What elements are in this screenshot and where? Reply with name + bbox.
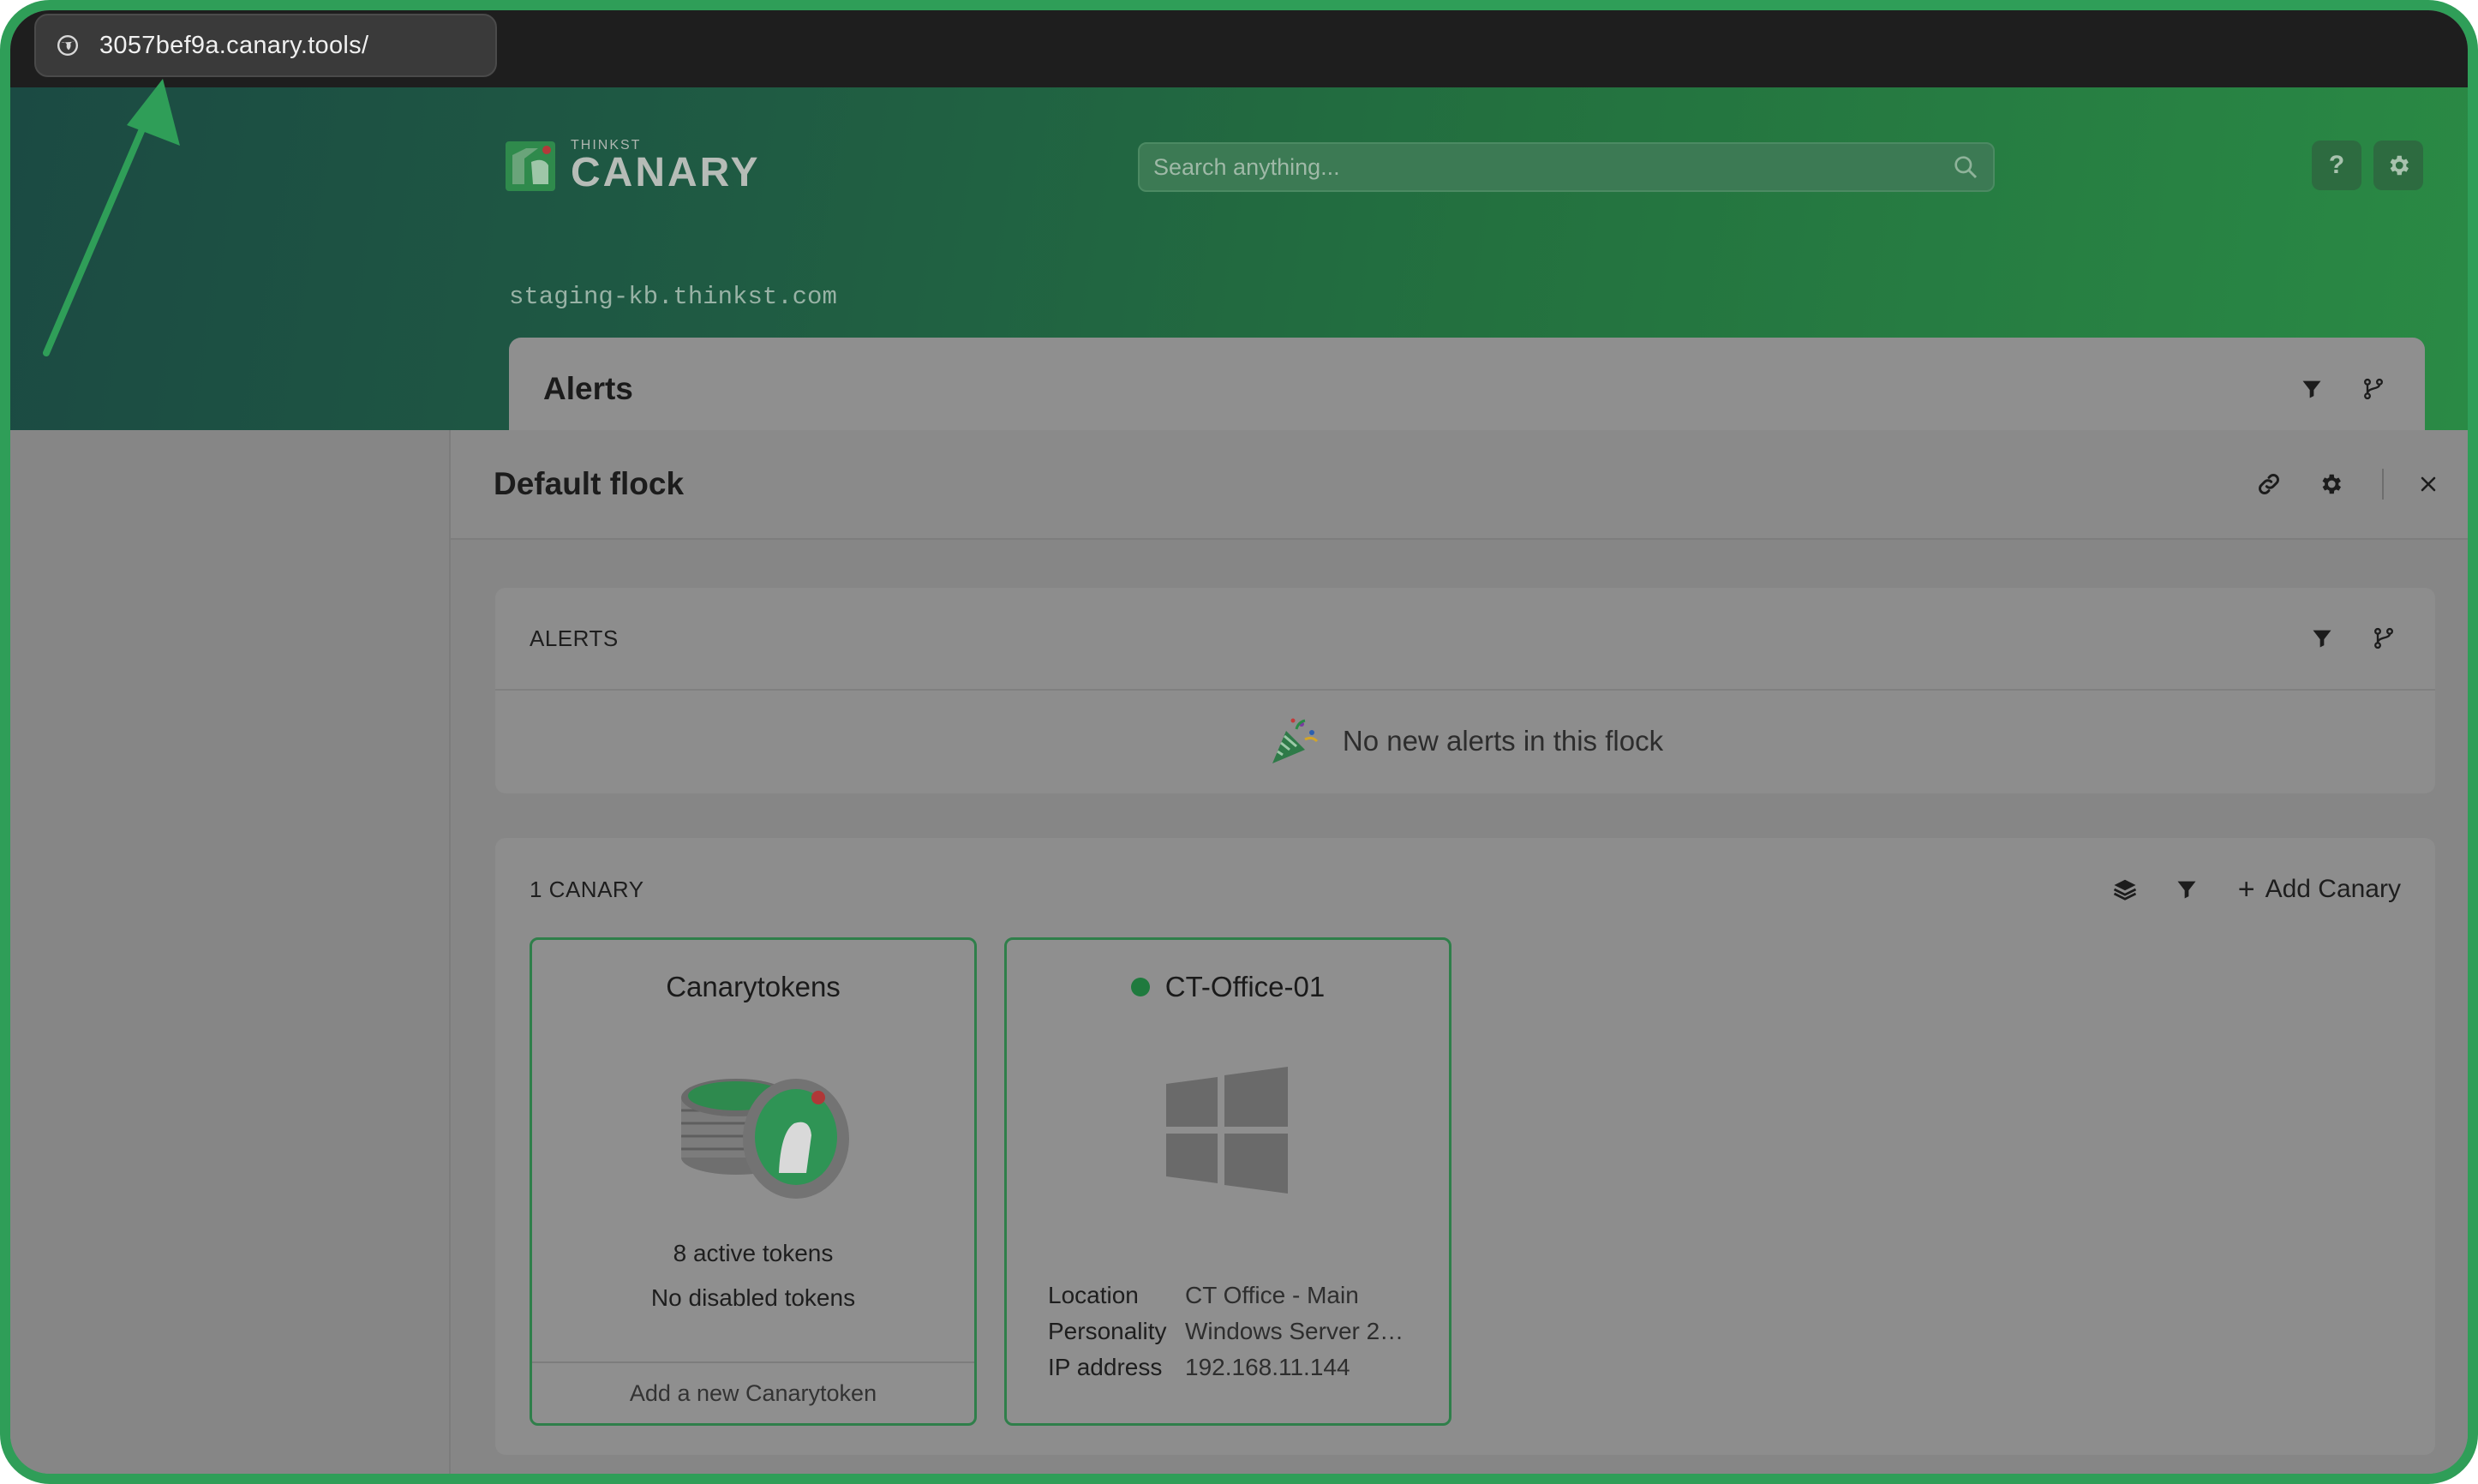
no-alerts-message: No new alerts in this flock (1342, 725, 1664, 757)
flock-panel-header: Default flock (451, 430, 2468, 540)
active-tokens-text: 8 active tokens (673, 1240, 834, 1266)
add-canary-label: Add Canary (2265, 875, 2401, 903)
gear-icon (2390, 155, 2409, 176)
dashboard-alerts-header: Alerts (509, 338, 2425, 440)
canarytokens-title: Canarytokens (666, 971, 841, 1002)
canary-count-title: 1 CANARY (530, 876, 644, 902)
token-coins-icon (681, 1079, 849, 1199)
layers-icon[interactable] (2108, 872, 2142, 907)
globe-icon (57, 34, 79, 57)
alerts-filter-icon[interactable] (2305, 621, 2339, 655)
flock-alerts-section: ALERTS No new alerts in this flock (495, 588, 2435, 793)
add-canary-button[interactable]: + Add Canary (2238, 873, 2401, 907)
party-popper-icon (1272, 718, 1318, 763)
device-tile[interactable]: CT-Office-01 Location CT Office - Main P… (1004, 937, 1451, 1426)
flock-panel: Default flock ALERTS No new alerts in th… (449, 430, 2468, 1474)
annotation-arrow-icon (43, 79, 180, 356)
branch-icon[interactable] (2356, 372, 2391, 406)
help-icon: ? (2328, 151, 2345, 179)
flock-settings-icon[interactable] (2313, 467, 2348, 501)
info-value: Windows Server 2… (1185, 1318, 1404, 1344)
canary-logo[interactable]: THINKST CANARY (506, 139, 761, 194)
device-info-row: Personality Windows Server 2… (1048, 1313, 1449, 1349)
canary-filter-icon[interactable] (2170, 872, 2204, 907)
info-key: IP address (1048, 1354, 1163, 1380)
info-value: 192.168.11.144 (1185, 1354, 1350, 1380)
address-bar[interactable]: 3057bef9a.canary.tools/ (34, 14, 497, 77)
url-text: 3057bef9a.canary.tools/ (99, 31, 369, 59)
info-key: Personality (1048, 1318, 1167, 1344)
no-alerts-row: No new alerts in this flock (495, 691, 2435, 792)
link-icon[interactable] (2252, 467, 2286, 501)
search-input[interactable] (1153, 153, 1952, 181)
logo-big-text: CANARY (571, 150, 761, 195)
device-name: CT-Office-01 (1164, 971, 1326, 1002)
plus-icon: + (2237, 872, 2255, 906)
device-info-row: IP address 192.168.11.144 (1048, 1349, 1449, 1385)
device-info-row: Location CT Office - Main (1048, 1278, 1449, 1313)
info-key: Location (1048, 1282, 1139, 1308)
logo-wordmark: THINKST CANARY (571, 139, 761, 194)
close-icon[interactable] (2411, 467, 2445, 501)
flock-alerts-title: ALERTS (530, 625, 619, 651)
canary-section-header: 1 CANARY + Add Canary (495, 838, 2435, 941)
search-icon[interactable] (1952, 153, 1979, 181)
add-canarytoken-link[interactable]: Add a new Canarytoken (532, 1361, 974, 1423)
windows-icon (1166, 1067, 1288, 1194)
online-status-dot (1130, 978, 1150, 996)
site-domain: staging-kb.thinkst.com (509, 283, 837, 311)
canary-logo-mark-icon (506, 141, 555, 191)
header-divider (2382, 469, 2384, 500)
device-info: Location CT Office - Main Personality Wi… (1007, 1278, 1449, 1385)
filter-icon[interactable] (2295, 372, 2329, 406)
help-button[interactable]: ? (2312, 141, 2361, 190)
canarytokens-tile[interactable]: Canarytokens 8 active tokens No disabled… (530, 937, 977, 1426)
canary-section: 1 CANARY + Add Canary Canarytokens 8 act… (495, 838, 2435, 1455)
search-box[interactable] (1138, 142, 1995, 192)
alerts-branch-icon[interactable] (2367, 621, 2401, 655)
settings-button[interactable] (2373, 141, 2423, 190)
device-title-row: CT-Office-01 (1007, 971, 1449, 1003)
flock-alerts-header: ALERTS (495, 588, 2435, 691)
browser-toolbar: 3057bef9a.canary.tools/ (10, 10, 2468, 87)
app-header: THINKST CANARY ? staging-kb.thinkst.com … (10, 87, 2468, 440)
flock-title: Default flock (494, 466, 685, 501)
info-value: CT Office - Main (1185, 1282, 1359, 1308)
disabled-tokens-text: No disabled tokens (650, 1284, 856, 1311)
screenshot-frame: 3057bef9a.canary.tools/ THINKST CANARY S… (0, 0, 2478, 1484)
alerts-title: Alerts (543, 371, 633, 406)
background-overlay (10, 430, 449, 1474)
